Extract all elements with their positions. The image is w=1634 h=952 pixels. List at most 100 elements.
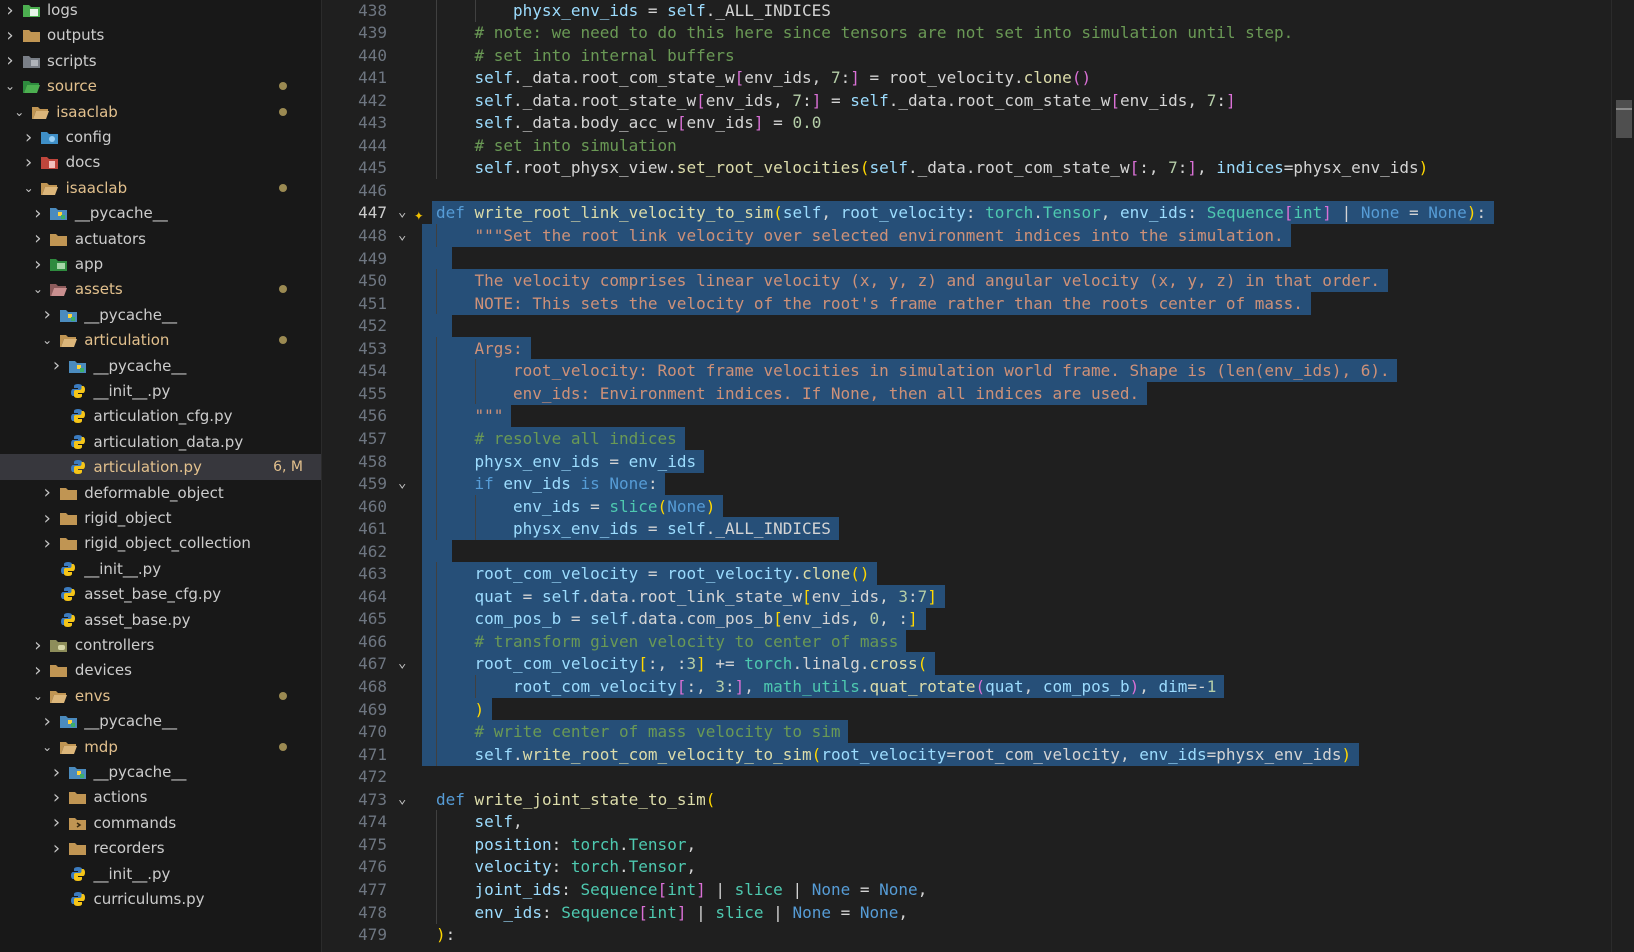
folder-item[interactable]: › __pycache__ [0,353,321,379]
code-line[interactable]: 474 self, [322,810,1634,834]
chevron-right-icon[interactable]: › [2,0,18,21]
chevron-down-icon[interactable]: ⌄ [30,282,46,296]
fold-chevron-icon[interactable]: ⌄ [398,788,412,811]
code-line[interactable]: 470 # write center of mass velocity to si… [322,720,1634,744]
chevron-right-icon[interactable]: › [21,127,37,148]
folder-item[interactable]: › __pycache__ [0,708,321,734]
chevron-down-icon[interactable]: ⌄ [39,740,55,754]
fold-chevron-icon[interactable]: ⌄ [398,652,412,675]
folder-item[interactable]: ⌄ assets [0,276,321,302]
folder-item[interactable]: › __pycache__ [0,200,321,226]
code-line[interactable]: 458 physx_env_ids = env_ids [322,449,1634,473]
code-line[interactable]: 471 self.write_root_com_velocity_to_sim(r… [322,742,1634,766]
folder-item[interactable]: › outputs [0,22,321,48]
chevron-right-icon[interactable]: › [39,508,55,529]
code-line[interactable]: 468 root_com_velocity[:, 3:], math_utils.… [322,675,1634,698]
fold-chevron-icon[interactable]: ⌄ [398,224,412,247]
code-line[interactable]: 478 env_ids: Sequence[int] | slice | None… [322,900,1634,924]
chevron-right-icon[interactable]: › [39,482,55,503]
code-line[interactable]: 452 [322,314,1634,338]
chevron-right-icon[interactable]: › [39,711,55,732]
chevron-right-icon[interactable]: › [2,25,18,46]
code-line[interactable]: 446 [322,179,1634,202]
code-line[interactable]: 465 com_pos_b = self.data.com_pos_b[env_i… [322,607,1634,631]
folder-item[interactable]: ⌄ envs [0,683,321,709]
chevron-right-icon[interactable]: › [2,50,18,71]
code-line[interactable]: 464 quat = self.data.root_link_state_w[en… [322,584,1634,608]
folder-item[interactable]: › logs [0,0,321,23]
code-line[interactable]: 448 ⌄ """Set the root link velocity over s… [322,224,1634,247]
file-item[interactable]: asset_base_cfg.py [0,581,321,607]
code-line[interactable]: 477 joint_ids: Sequence[int] | slice | No… [322,877,1634,901]
folder-item[interactable]: › config [0,124,321,150]
folder-item[interactable]: › deformable_object [0,480,321,506]
folder-item[interactable]: › __pycache__ [0,759,321,785]
code-line[interactable]: 467 ⌄ root_com_velocity[:, :3] += torch.li… [322,652,1634,676]
chevron-right-icon[interactable]: › [30,203,46,224]
chevron-right-icon[interactable]: › [39,304,55,325]
code-line[interactable]: 466 # transform given velocity to center … [322,629,1634,653]
code-line[interactable]: 461 physx_env_ids = self._ALL_INDICES [322,517,1634,541]
file-item[interactable]: asset_base.py [0,607,321,633]
folder-item[interactable]: › recorders [0,835,321,861]
folder-item[interactable]: › rigid_object_collection [0,530,321,556]
code-line[interactable]: 440 # set into internal buffers [322,43,1634,67]
file-item[interactable]: articulation.py 6, M [0,454,321,481]
code-line[interactable]: 473 ⌄ def write_joint_state_to_sim( [322,788,1634,811]
chevron-right-icon[interactable]: › [49,787,65,808]
folder-item[interactable]: › rigid_object [0,505,321,531]
file-item[interactable]: articulation_data.py [0,429,321,455]
folder-item[interactable]: › controllers [0,632,321,658]
file-item[interactable]: curriculums.py [0,886,321,912]
code-line[interactable]: 451 NOTE: This sets the velocity of the r… [322,291,1634,315]
sparkle-icon[interactable]: ✦ [414,203,424,226]
code-line[interactable]: 476 velocity: torch.Tensor, [322,855,1634,879]
folder-item[interactable]: › __pycache__ [0,302,321,328]
chevron-down-icon[interactable]: ⌄ [21,181,37,195]
chevron-down-icon[interactable]: ⌄ [39,333,55,347]
code-line[interactable]: 438 physx_env_ids = self._ALL_INDICES [322,0,1634,22]
folder-item[interactable]: › scripts [0,48,321,74]
code-line[interactable]: 469) [322,697,1634,721]
code-line[interactable]: 449 [322,246,1634,270]
folder-item[interactable]: › app [0,251,321,277]
code-line[interactable]: 443 self._data.body_acc_w[env_ids] = 0.0 [322,111,1634,135]
chevron-right-icon[interactable]: › [30,660,46,681]
code-line[interactable]: 447 ⌄ def write_root_link_velocity_to_sim(… [322,201,1634,226]
folder-item[interactable]: ⌄ source [0,73,321,99]
code-line[interactable]: 462 [322,539,1634,563]
chevron-down-icon[interactable]: ⌄ [2,79,18,93]
code-editor[interactable]: 438 physx_env_ids = self._ALL_INDICES 439 #… [322,0,1634,952]
folder-item[interactable]: › actions [0,784,321,810]
code-line[interactable]: 450 The velocity comprises linear velocit… [322,269,1634,293]
code-line[interactable]: 456 """ [322,404,1634,428]
chevron-right-icon[interactable]: › [30,635,46,656]
code-line[interactable]: 459 ⌄ if env_ids is None: [322,472,1634,496]
code-line[interactable]: 472 [322,765,1634,788]
file-item[interactable]: articulation_cfg.py [0,403,321,429]
chevron-right-icon[interactable]: › [30,254,46,275]
code-line[interactable]: 444 # set into simulation [322,133,1634,157]
code-line[interactable]: 457 # resolve all indices [322,426,1634,450]
folder-item[interactable]: › devices [0,657,321,683]
code-line[interactable]: 453 Args: [322,336,1634,360]
file-item[interactable]: __init__.py [0,861,321,887]
file-item[interactable]: __init__.py [0,378,321,404]
code-line[interactable]: 445 self.root_physx_view.set_root_velocit… [322,156,1634,180]
chevron-right-icon[interactable]: › [49,812,65,833]
folder-item[interactable]: ⌄ articulation [0,327,321,353]
folder-item[interactable]: ⌄ isaaclab [0,99,321,125]
code-line[interactable]: 439 # note: we need to do this here since… [322,21,1634,45]
code-line[interactable]: 455 env_ids: Environment indices. If None… [322,381,1634,405]
folder-item[interactable]: ⌄ isaaclab [0,175,321,201]
chevron-right-icon[interactable]: › [30,228,46,249]
fold-chevron-icon[interactable]: ⌄ [398,201,412,224]
chevron-right-icon[interactable]: › [49,355,65,376]
chevron-right-icon[interactable]: › [39,533,55,554]
folder-item[interactable]: ⌄ mdp [0,734,321,760]
chevron-right-icon[interactable]: › [49,838,65,859]
file-item[interactable]: __init__.py [0,556,321,582]
chevron-down-icon[interactable]: ⌄ [11,105,27,119]
code-line[interactable]: 454 root_velocity: Root frame velocities … [322,359,1634,383]
chevron-right-icon[interactable]: › [49,762,65,783]
